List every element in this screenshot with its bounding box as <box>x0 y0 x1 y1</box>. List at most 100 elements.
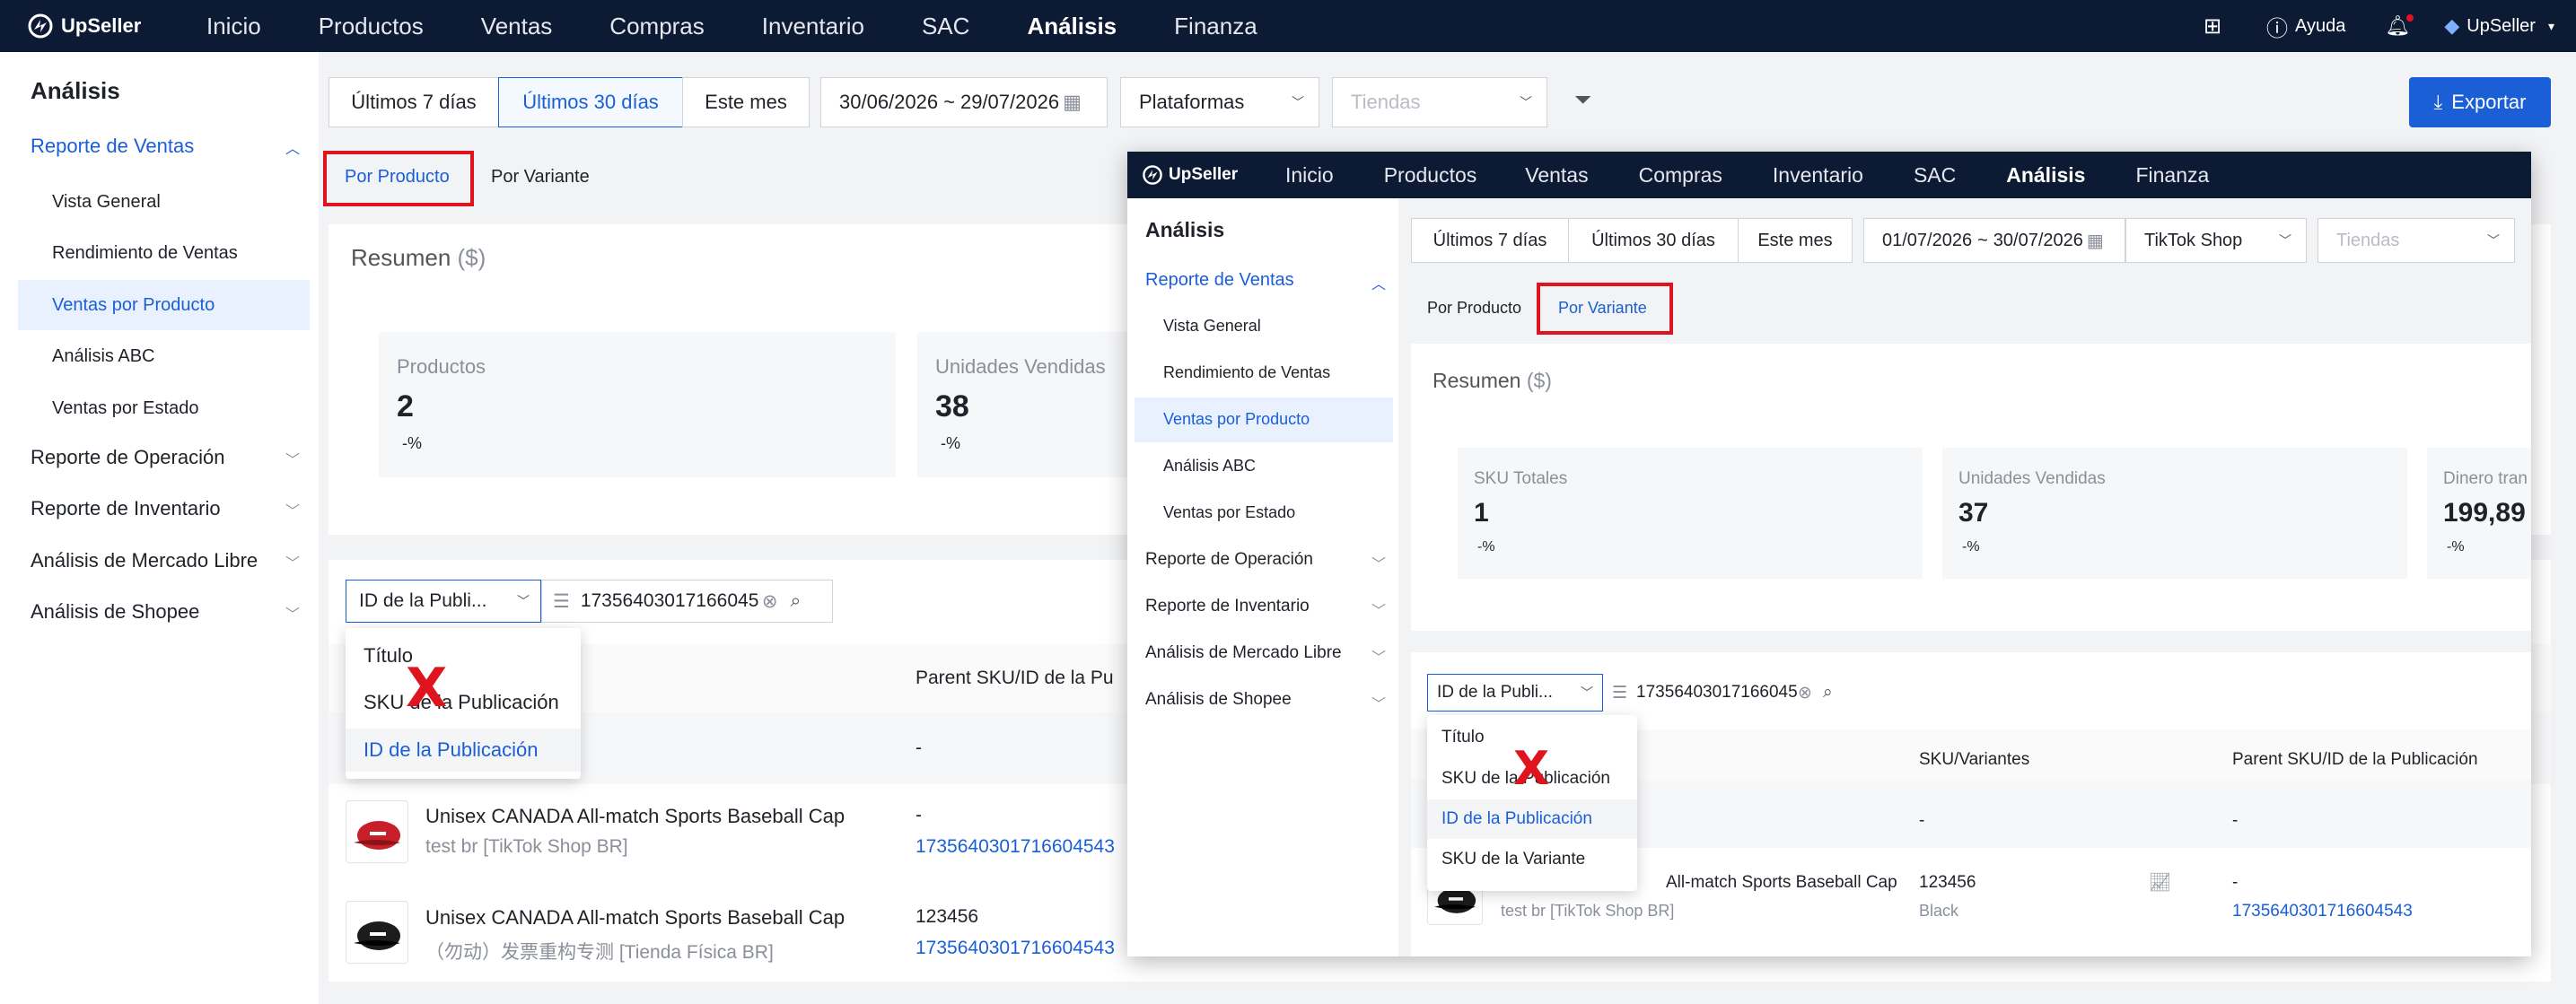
sidebar-item-rendimiento[interactable]: Rendimiento de Ventas <box>1163 363 1330 382</box>
tab-por-variante[interactable]: Por Variante <box>491 167 590 188</box>
sidebar-group-mercado-libre[interactable]: Análisis de Mercado Libre ﹀ <box>31 549 300 572</box>
bulk-list-icon[interactable]: ☰ <box>553 590 570 613</box>
sidebar-item-vista-general[interactable]: Vista General <box>1163 317 1261 336</box>
sidebar-group-operacion[interactable]: Reporte de Operación ﹀ <box>31 446 300 469</box>
filter-last-30-days[interactable]: Últimos 30 días <box>498 77 683 127</box>
search-field-select[interactable]: ID de la Publi... ﹀ <box>1427 674 1603 712</box>
export-label: Exportar <box>2451 91 2527 113</box>
search-field-value: ID de la Publi... <box>359 590 487 611</box>
nav-ventas[interactable]: Ventas <box>1525 163 1588 188</box>
stores-select[interactable]: Tiendas ﹀ <box>1332 77 1547 127</box>
nav-analisis[interactable]: Análisis <box>2006 163 2085 188</box>
sidebar-group-inventario[interactable]: Reporte de Inventario ﹀ <box>1145 597 1386 619</box>
clear-icon[interactable]: ⊗ <box>1798 683 1812 703</box>
sidebar: Análisis Reporte de Ventas ︿ Vista Gener… <box>0 52 319 1004</box>
row-parent-sku: - <box>916 805 922 825</box>
clear-icon[interactable]: ⊗ <box>762 590 778 613</box>
search-field-select[interactable]: ID de la Publi... ﹀ <box>346 580 541 623</box>
search-icon[interactable]: ⌕ <box>790 590 801 612</box>
date-range-picker[interactable]: 30/06/2026 ~ 29/07/2026 ▦ <box>820 77 1108 127</box>
brand-logo[interactable]: UpSeller <box>1142 164 1285 186</box>
card-change: -% <box>1477 539 1495 554</box>
user-menu[interactable]: UpSeller <box>2466 16 2536 37</box>
dropdown-option-id[interactable]: ID de la Publicación <box>346 729 581 772</box>
filter-last-7-days[interactable]: Últimos 7 días <box>329 77 499 127</box>
nav-compras[interactable]: Compras <box>609 13 704 40</box>
stores-select[interactable]: Tiendas ﹀ <box>2318 218 2515 263</box>
sidebar-item-vista-general[interactable]: Vista General <box>18 177 310 227</box>
search-icon[interactable]: ⌕ <box>1823 683 1833 703</box>
date-range-picker[interactable]: 01/07/2026 ~ 30/07/2026 ▦ <box>1863 218 2125 263</box>
row-listing-id-link[interactable]: 1735640301716604543 <box>916 938 1115 959</box>
nav-inicio[interactable]: Inicio <box>1285 163 1334 188</box>
export-button[interactable]: ⤓ Exportar <box>2409 77 2551 127</box>
sidebar-item-estado[interactable]: Ventas por Estado <box>18 383 310 433</box>
card-label: Productos <box>397 355 486 378</box>
row-product-title[interactable]: Unisex CANADA All-match Sports Baseball … <box>425 805 845 828</box>
overlay-screenshot-window: UpSeller Inicio Productos Ventas Compras… <box>1127 152 2531 956</box>
notification-bell-icon[interactable]: 🔔︎ <box>2385 14 2414 38</box>
chevron-down-icon: ﹀ <box>1371 557 1386 572</box>
sidebar-group-label: Análisis de Shopee <box>31 600 200 623</box>
dropdown-option-sku[interactable]: SKU de la Publicación <box>346 691 581 714</box>
nav-productos[interactable]: Productos <box>1384 163 1477 188</box>
nav-inventario[interactable]: Inventario <box>762 13 864 40</box>
sidebar-group-operacion[interactable]: Reporte de Operación ﹀ <box>1145 550 1386 572</box>
sidebar-group-shopee[interactable]: Análisis de Shopee ﹀ <box>1145 690 1386 712</box>
filter-last-7-days[interactable]: Últimos 7 días <box>1411 218 1569 263</box>
row-listing-id-link[interactable]: 1735640301716604543 <box>2232 902 2413 921</box>
filter-this-month[interactable]: Este mes <box>1738 218 1853 263</box>
product-image[interactable] <box>346 800 408 863</box>
nav-inventario[interactable]: Inventario <box>1773 163 1863 188</box>
sidebar-title: Análisis <box>31 77 120 104</box>
bulk-list-icon[interactable]: ☰ <box>1612 683 1627 703</box>
search-input[interactable]: ☰ 17356403017166045 ⊗ ⌕ <box>541 580 833 623</box>
dropdown-option-variant-sku[interactable]: SKU de la Variante <box>1427 850 1637 869</box>
row-product-title[interactable]: Unisex CANADA All-match Sports Baseball … <box>425 906 845 930</box>
platform-select[interactable]: TikTok Shop ﹀ <box>2125 218 2307 263</box>
summary-card-sku-totales: SKU Totales 1 -% <box>1458 448 1923 579</box>
nav-analisis[interactable]: Análisis <box>1027 13 1117 40</box>
sidebar-item-ventas-producto[interactable]: Ventas por Producto <box>1163 410 1310 429</box>
nav-sac[interactable]: SAC <box>1914 163 1956 188</box>
sidebar-item-abc[interactable]: Análisis ABC <box>1163 457 1256 476</box>
filter-funnel-icon[interactable]: ⏷ <box>1574 88 1591 113</box>
tab-por-producto[interactable]: Por Producto <box>1427 299 1521 318</box>
filter-last-30-days[interactable]: Últimos 30 días <box>1568 218 1739 263</box>
sidebar-item-abc[interactable]: Análisis ABC <box>18 331 310 381</box>
help-icon[interactable]: ⓘ <box>2266 11 2288 42</box>
chevron-down-icon: ﹀ <box>517 594 530 608</box>
nav-productos[interactable]: Productos <box>319 13 424 40</box>
dropdown-option-id[interactable]: ID de la Publicación <box>1427 799 1637 839</box>
trend-chart-icon[interactable]: 📈︎ <box>2149 871 2171 894</box>
date-end: 30/07/2026 <box>1993 230 2083 250</box>
search-input[interactable]: ☰ 17356403017166045 ⊗ ⌕ <box>1603 674 1865 712</box>
dropdown-option-titulo[interactable]: Título <box>346 644 581 668</box>
platform-select[interactable]: Plataformas ﹀ <box>1120 77 1319 127</box>
help-link[interactable]: Ayuda <box>2295 16 2345 37</box>
sidebar-group-mercado-libre[interactable]: Análisis de Mercado Libre ﹀ <box>1145 643 1386 666</box>
nav-sac[interactable]: SAC <box>922 13 969 40</box>
sidebar-item-ventas-producto[interactable]: Ventas por Producto <box>18 280 310 330</box>
sidebar-group-reporte-ventas[interactable]: Reporte de Ventas ︿ <box>1145 270 1386 292</box>
row-product-title[interactable]: All-match Sports Baseball Cap <box>1666 873 1897 893</box>
nav-ventas[interactable]: Ventas <box>481 13 553 40</box>
nav-compras[interactable]: Compras <box>1639 163 1722 188</box>
nav-finanza[interactable]: Finanza <box>2135 163 2209 188</box>
col-header-sku-variants: SKU/Variantes <box>1919 750 2030 769</box>
sidebar-item-rendimiento[interactable]: Rendimiento de Ventas <box>18 228 310 278</box>
sidebar-group-inventario[interactable]: Reporte de Inventario ﹀ <box>31 497 300 520</box>
nav-finanza[interactable]: Finanza <box>1174 13 1257 40</box>
apps-grid-icon[interactable]: ⊞ <box>2204 13 2221 39</box>
sidebar-item-estado[interactable]: Ventas por Estado <box>1163 503 1295 522</box>
sidebar-group-reporte-ventas[interactable]: Reporte de Ventas ︿ <box>31 135 300 158</box>
filter-this-month[interactable]: Este mes <box>682 77 810 127</box>
nav-inicio[interactable]: Inicio <box>206 13 261 40</box>
card-change: -% <box>2447 539 2465 554</box>
row-listing-id-link[interactable]: 1735640301716604543 <box>916 836 1115 858</box>
sidebar-group-shopee[interactable]: Análisis de Shopee ﹀ <box>31 600 300 624</box>
product-image[interactable] <box>346 901 408 964</box>
chevron-down-icon[interactable]: ▾ <box>2548 19 2554 34</box>
calendar-icon: ▦ <box>1063 91 1082 113</box>
brand-logo[interactable]: UpSeller <box>27 13 171 39</box>
